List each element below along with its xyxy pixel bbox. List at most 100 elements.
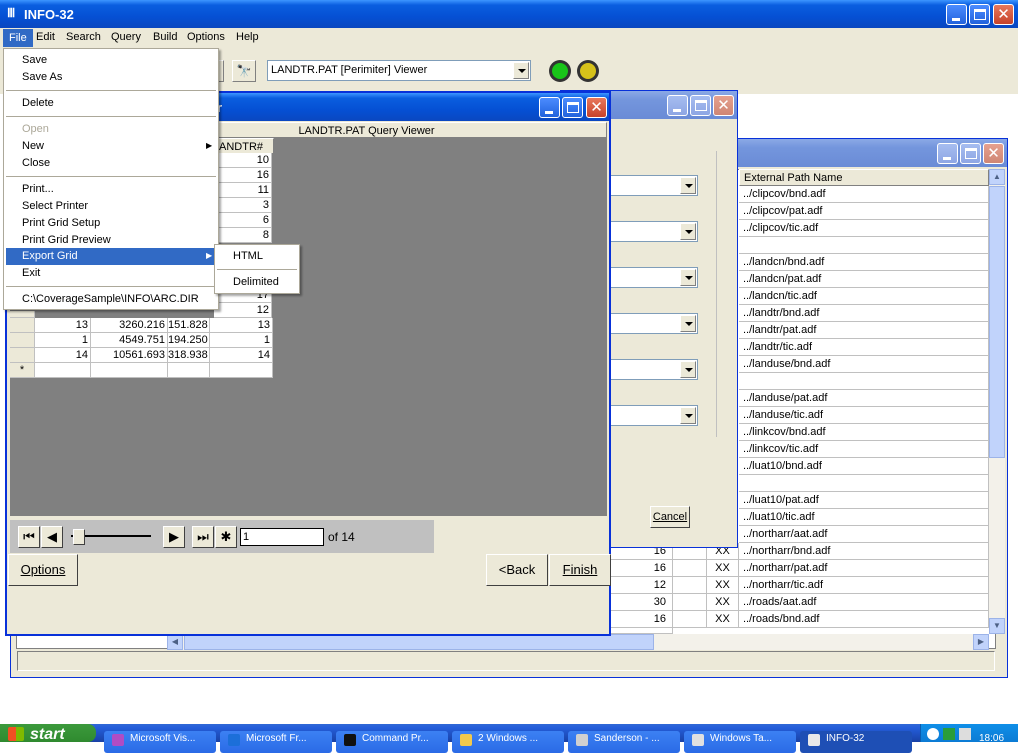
path-cell[interactable]	[739, 373, 989, 390]
grid-cell[interactable]: 194.250	[168, 333, 210, 348]
scroll-left-arrow-icon[interactable]: ◀	[167, 634, 183, 650]
prev-record-button[interactable]: ◀	[41, 526, 63, 548]
close-button[interactable]: ✕	[586, 97, 607, 118]
menu-item-print-grid-setup[interactable]: Print Grid Setup	[6, 215, 216, 232]
back-button[interactable]: <Back	[486, 554, 548, 586]
path-cell[interactable]: ../landtr/bnd.adf	[739, 305, 989, 322]
landtr-id-cell[interactable]: 6	[214, 213, 272, 228]
menu-item-export-html[interactable]: HTML	[217, 248, 297, 265]
row-selector[interactable]	[10, 348, 35, 363]
menu-file[interactable]: File	[3, 29, 33, 47]
landtr-id-cell[interactable]: 8	[214, 228, 272, 243]
menu-item-print-grid-preview[interactable]: Print Grid Preview	[6, 232, 216, 249]
path-cell[interactable]: ../landcn/bnd.adf	[739, 254, 989, 271]
menu-options[interactable]: Options	[187, 31, 225, 43]
path-cell[interactable]	[739, 237, 989, 254]
path-cell[interactable]: ../landcn/tic.adf	[739, 288, 989, 305]
first-record-button[interactable]: ⏮	[18, 526, 40, 548]
size-cell[interactable]: 16	[611, 560, 673, 577]
maximize-button[interactable]	[562, 97, 583, 118]
landtr-id-cell[interactable]: 16	[214, 168, 272, 183]
flag-cell[interactable]: XX	[707, 560, 739, 577]
grid-cell[interactable]: 13	[35, 318, 91, 333]
start-button[interactable]: start	[0, 724, 96, 742]
row-selector[interactable]	[10, 311, 35, 318]
grid-cell[interactable]: 318.938	[168, 348, 210, 363]
path-cell[interactable]: ../roads/bnd.adf	[739, 611, 989, 628]
maximize-button[interactable]	[960, 143, 981, 164]
maximize-button[interactable]	[690, 95, 711, 116]
flag-cell[interactable]: XX	[707, 577, 739, 594]
record-slider-thumb[interactable]	[73, 529, 85, 545]
close-button[interactable]: ✕	[983, 143, 1004, 164]
path-cell[interactable]: ../northarr/tic.adf	[739, 577, 989, 594]
grid-cell[interactable]	[210, 363, 273, 378]
grid-cell[interactable]: 151.828	[168, 318, 210, 333]
path-cell[interactable]: ../luat10/pat.adf	[739, 492, 989, 509]
menu-help[interactable]: Help	[236, 31, 259, 43]
menu-edit[interactable]: Edit	[36, 31, 55, 43]
menu-item-save-as[interactable]: Save As	[6, 69, 216, 86]
path-cell[interactable]: ../landtr/tic.adf	[739, 339, 989, 356]
grid-cell[interactable]: 4549.751	[91, 333, 168, 348]
col-header-external-path[interactable]: External Path Name	[739, 169, 989, 186]
menu-query[interactable]: Query	[111, 31, 141, 43]
col-header-landtr-id[interactable]: ANDTR#	[216, 138, 274, 154]
new-record-button[interactable]: ✱	[215, 526, 237, 548]
path-cell[interactable]	[739, 475, 989, 492]
menu-item-export-grid[interactable]: Export Grid	[6, 248, 216, 265]
scroll-down-arrow-icon[interactable]: ▼	[989, 618, 1005, 634]
taskbar-button-windows-group[interactable]: 2 Windows ...	[452, 731, 564, 753]
path-cell[interactable]: ../linkcov/bnd.adf	[739, 424, 989, 441]
scroll-up-arrow-icon[interactable]: ▲	[989, 169, 1005, 185]
minimize-button[interactable]	[539, 97, 560, 118]
path-cell[interactable]: ../northarr/pat.adf	[739, 560, 989, 577]
close-button[interactable]: ✕	[713, 95, 734, 116]
size-cell[interactable]: 30	[611, 594, 673, 611]
grid-cell[interactable]	[91, 363, 168, 378]
grid-cell[interactable]: 1	[210, 333, 273, 348]
blank-cell[interactable]	[673, 611, 707, 628]
grid-cell[interactable]: 14	[210, 348, 273, 363]
path-cell[interactable]: ../landtr/pat.adf	[739, 322, 989, 339]
taskbar-button-visual-studio[interactable]: Microsoft Vis...	[104, 731, 216, 753]
minimize-button[interactable]	[937, 143, 958, 164]
path-cell[interactable]: ../luat10/bnd.adf	[739, 458, 989, 475]
landtr-id-cell[interactable]: 11	[214, 183, 272, 198]
path-cell[interactable]: ../linkcov/tic.adf	[739, 441, 989, 458]
path-cell[interactable]: ../northarr/aat.adf	[739, 526, 989, 543]
row-selector[interactable]	[10, 333, 35, 348]
chevron-down-icon[interactable]	[513, 62, 529, 79]
tray-icon[interactable]	[943, 728, 955, 740]
cancel-button[interactable]: Cancel	[650, 506, 690, 528]
options-button[interactable]: Options	[8, 554, 78, 586]
menu-item-save[interactable]: Save	[6, 52, 216, 69]
grid-cell[interactable]: 13	[210, 318, 273, 333]
path-cell[interactable]: ../clipcov/bnd.adf	[739, 186, 989, 203]
minimize-button[interactable]	[667, 95, 688, 116]
size-cell[interactable]: 16	[611, 611, 673, 628]
blank-cell[interactable]	[673, 560, 707, 577]
path-cell[interactable]: ../luat10/tic.adf	[739, 509, 989, 526]
path-cell[interactable]: ../northarr/bnd.adf	[739, 543, 989, 560]
grid-cell[interactable]: 14	[35, 348, 91, 363]
menu-item-close[interactable]: Close	[6, 155, 216, 172]
landtr-id-cell[interactable]: 12	[214, 303, 272, 318]
menu-item-new[interactable]: New	[6, 138, 216, 155]
grid-cell[interactable]: 3260.216	[91, 318, 168, 333]
grid-cell[interactable]: 1	[35, 333, 91, 348]
next-record-button[interactable]: ▶	[163, 526, 185, 548]
menu-item-recent-file[interactable]: C:\CoverageSample\INFO\ARC.DIR	[6, 291, 216, 308]
horizontal-scrollbar[interactable]: ◀ ▶	[167, 634, 989, 650]
maximize-button[interactable]	[969, 4, 990, 25]
path-cell[interactable]: ../roads/aat.adf	[739, 594, 989, 611]
scroll-right-arrow-icon[interactable]: ▶	[973, 634, 989, 650]
close-button[interactable]: ✕	[993, 4, 1014, 25]
size-cell[interactable]: 12	[611, 577, 673, 594]
path-cell[interactable]: ../clipcov/pat.adf	[739, 203, 989, 220]
flag-cell[interactable]: XX	[707, 594, 739, 611]
menu-item-export-delimited[interactable]: Delimited	[217, 274, 297, 291]
taskbar-button-windows-task[interactable]: Windows Ta...	[684, 731, 796, 753]
minimize-button[interactable]	[946, 4, 967, 25]
binoculars-icon[interactable]: 🔭	[232, 60, 256, 82]
